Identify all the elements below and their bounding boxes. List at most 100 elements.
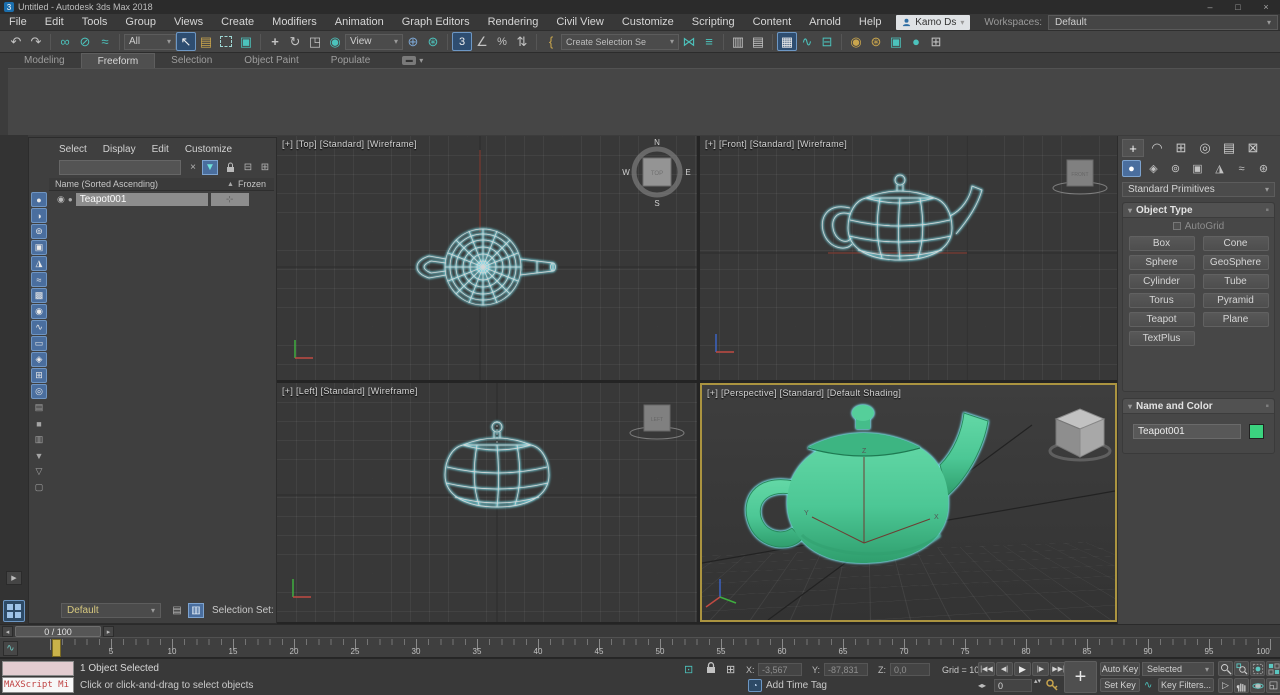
cylinder-button[interactable]: Cylinder — [1129, 274, 1195, 289]
time-slider-handle[interactable]: 0 / 100 — [15, 626, 101, 637]
frame-step-arrows[interactable]: ◂▸ — [978, 681, 986, 690]
select-and-manipulate-button[interactable]: ⊛ — [423, 32, 443, 51]
x-coordinate-field[interactable] — [758, 663, 802, 676]
rectangular-selection-region-button[interactable] — [216, 32, 236, 51]
viewport-perspective[interactable]: Z X Y [+] [Perspective] [Standard] [Defa… — [700, 383, 1117, 622]
zoom-extents-button[interactable] — [1250, 661, 1265, 676]
unlink-selection-icon[interactable]: ⊘ — [75, 32, 95, 51]
selection-lock-icon[interactable] — [706, 662, 716, 677]
filter-assemblies-icon[interactable]: ⊞ — [31, 368, 47, 383]
next-frame-button[interactable]: |▶ — [1032, 662, 1049, 676]
zoom-button[interactable] — [1218, 661, 1233, 676]
spinner-snap-toggle[interactable]: ⇅ — [512, 32, 532, 51]
geosphere-button[interactable]: GeoSphere — [1203, 255, 1269, 270]
menu-graph-editors[interactable]: Graph Editors — [393, 14, 479, 30]
visibility-eye-icon[interactable]: ◉ — [57, 194, 65, 205]
primitive-category-dropdown[interactable]: Standard Primitives▾ — [1122, 182, 1275, 197]
select-object-button[interactable]: ↖ — [176, 32, 196, 51]
viewport-label-front[interactable]: [+] [Front] [Standard] [Wireframe] — [705, 139, 847, 149]
filter-xrefs-icon[interactable]: ◈ — [31, 352, 47, 367]
bind-to-space-warp-icon[interactable]: ≈ — [95, 32, 115, 51]
layout-tab-expand-button[interactable]: ▶ — [6, 571, 22, 585]
filter-spacewarps-icon[interactable]: ≈ — [31, 272, 47, 287]
autogrid-checkbox[interactable]: AutoGrid — [1123, 218, 1274, 234]
named-selection-sets-dropdown[interactable]: Create Selection Se▾ — [561, 34, 679, 50]
play-button[interactable]: ▶ — [1014, 662, 1031, 676]
filter-lights-icon[interactable]: ⊚ — [31, 224, 47, 239]
ribbon-tab-object-paint[interactable]: Object Paint — [228, 53, 314, 68]
mirror-button[interactable]: ⋈ — [679, 32, 699, 51]
menu-edit[interactable]: Edit — [36, 14, 73, 30]
use-pivot-point-center-button[interactable]: ⊕ — [403, 32, 423, 51]
edit-named-selection-sets-button[interactable]: { — [541, 32, 561, 51]
column-name[interactable]: Name (Sorted Ascending) — [55, 179, 158, 189]
filter-shapes-icon[interactable]: ◑ — [31, 208, 47, 223]
view-gizmo[interactable]: FRONT — [1053, 160, 1107, 194]
se-menu-select[interactable]: Select — [59, 144, 87, 155]
current-frame-field[interactable] — [994, 679, 1032, 692]
ribbon-tab-selection[interactable]: Selection — [155, 53, 228, 68]
menu-scripting[interactable]: Scripting — [683, 14, 744, 30]
plane-button[interactable]: Plane — [1203, 312, 1269, 327]
menu-tools[interactable]: Tools — [73, 14, 117, 30]
lock-explorer-icon[interactable] — [222, 160, 238, 175]
tab-utilities[interactable]: ⊠ — [1242, 139, 1264, 157]
angle-snap-toggle[interactable]: ∠ — [472, 32, 492, 51]
viewport-front[interactable]: FRONT [+] [Front] [Standard] [Wireframe] — [700, 136, 1117, 380]
key-filter-mode-icon[interactable]: ∿ — [1144, 680, 1152, 691]
tab-display[interactable]: ▤ — [1218, 139, 1240, 157]
toggle-layer-explorer-button[interactable]: ▤ — [748, 32, 768, 51]
tube-button[interactable]: Tube — [1203, 274, 1269, 289]
torus-button[interactable]: Torus — [1129, 293, 1195, 308]
column-frozen[interactable]: Frozen — [238, 179, 266, 189]
signin-user-button[interactable]: Kamo Ds ▾ — [896, 15, 970, 30]
view-gizmo[interactable]: LEFT — [630, 405, 684, 439]
set-keys-button[interactable]: + — [1064, 661, 1097, 693]
field-of-view-button[interactable]: ▷ — [1218, 678, 1233, 693]
teapot-perspective[interactable] — [746, 405, 988, 563]
filter-bones-icon[interactable]: ▩ — [31, 288, 47, 303]
animate-selection-dropdown[interactable]: Selected▾ — [1142, 662, 1214, 676]
schematic-view-button[interactable]: ⊟ — [817, 32, 837, 51]
menu-create[interactable]: Create — [212, 14, 263, 30]
maximize-button[interactable]: □ — [1224, 2, 1252, 12]
category-cameras-icon[interactable]: ▣ — [1188, 160, 1207, 177]
filter-materials-icon[interactable]: ∿ — [31, 320, 47, 335]
object-type-rollout-header[interactable]: ▾ Object Type ▪ — [1123, 203, 1274, 218]
teapot-front-view[interactable] — [822, 175, 982, 260]
menu-help[interactable]: Help — [850, 14, 891, 30]
rendered-frame-window-button[interactable]: ▣ — [886, 32, 906, 51]
object-name-field[interactable] — [1133, 424, 1241, 439]
menu-animation[interactable]: Animation — [326, 14, 393, 30]
filter-cameras-icon[interactable]: ▣ — [31, 240, 47, 255]
time-tag-icon[interactable]: ◔ — [748, 679, 762, 692]
category-shapes-icon[interactable]: ◈ — [1144, 160, 1163, 177]
scene-explorer-search-input[interactable] — [59, 160, 181, 175]
filter-funnel-icon[interactable]: ▼ — [202, 160, 218, 175]
selection-filter-dropdown[interactable]: All▾ — [124, 34, 176, 50]
filter-systems-icon[interactable]: ◎ — [31, 384, 47, 399]
reference-coordinate-dropdown[interactable]: View▾ — [345, 34, 403, 50]
maximize-viewport-toggle[interactable]: ◱ — [1266, 678, 1280, 693]
menu-civil-view[interactable]: Civil View — [547, 14, 612, 30]
viewport-label-perspective[interactable]: [+] [Perspective] [Standard] [Default Sh… — [707, 388, 901, 398]
object-color-swatch[interactable] — [1249, 424, 1264, 439]
tab-motion[interactable]: ◎ — [1194, 139, 1216, 157]
menu-file[interactable]: File — [0, 14, 36, 30]
orbit-button[interactable] — [1250, 678, 1265, 693]
viewcube-compass[interactable]: TOP N E S W — [622, 138, 690, 208]
tab-hierarchy[interactable]: ⊞ — [1170, 139, 1192, 157]
key-filters-button[interactable]: Key Filters... — [1158, 678, 1214, 692]
align-button[interactable]: ≡ — [699, 32, 719, 51]
time-slider-track[interactable]: ◂ 0 / 100 ▸ — [0, 624, 1280, 637]
sphere-button[interactable]: Sphere — [1129, 255, 1195, 270]
maxscript-mini-listener-input[interactable]: MAXScript Mi — [2, 677, 74, 693]
select-by-name-button[interactable]: ▤ — [196, 32, 216, 51]
render-setup-button[interactable]: ⊛ — [866, 32, 886, 51]
zoom-all-button[interactable] — [1234, 661, 1249, 676]
menu-views[interactable]: Views — [165, 14, 212, 30]
viewcube[interactable] — [1050, 409, 1110, 460]
redo-button[interactable]: ↷ — [26, 32, 46, 51]
category-lights-icon[interactable]: ⊚ — [1166, 160, 1185, 177]
scene-explorer-mode-icon[interactable]: ▥ — [188, 603, 204, 618]
